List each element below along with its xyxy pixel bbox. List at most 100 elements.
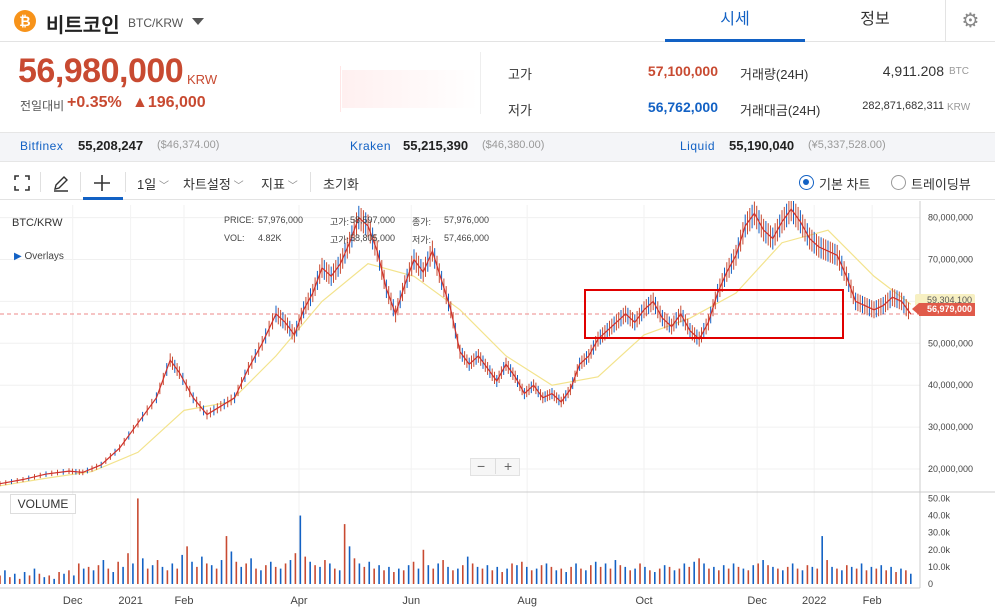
y-tick-label: 50,000,000 (928, 338, 973, 348)
chevron-down-icon: ﹀ (284, 181, 298, 192)
tradingview-label[interactable]: 트레이딩뷰 (911, 174, 971, 193)
chart-symbol: BTC/KRW (12, 217, 63, 229)
gear-icon[interactable]: ⚙ (945, 0, 995, 42)
volume-tick-label: 30.0k (928, 528, 951, 538)
amount-24h-value: 282,871,682,311 (862, 100, 944, 112)
volume-tick-label: 20.0k (928, 545, 951, 555)
coin-name[interactable]: 비트코인 (46, 9, 120, 38)
chevron-down-icon[interactable] (192, 18, 204, 25)
chart-settings-label: 차트설정 (183, 177, 231, 192)
indicator-select[interactable]: 지표 ﹀ (261, 174, 298, 193)
chart-axes: 80,000,00070,000,00060,000,00050,000,000… (0, 201, 995, 607)
legend-close-label: 종가: (412, 217, 432, 227)
exchange-price: 55,215,390 (403, 138, 469, 153)
low-value: 56,762,000 (647, 99, 718, 115)
volume-tick-label: 0 (928, 579, 933, 589)
divider (480, 52, 481, 114)
volume-24h-label: 거래량(24H) (740, 67, 809, 82)
chevron-down-icon: ﹀ (230, 181, 244, 192)
legend-low-label: 고가: (330, 235, 350, 245)
coin-pair: BTC/KRW (128, 16, 184, 30)
exchange-usd: ($46,380.00) (482, 139, 545, 151)
interval-label: 1일 (137, 177, 157, 192)
indicator-label: 지표 (261, 177, 285, 192)
volume-24h-unit: BTC (949, 66, 969, 77)
volume-24h-value: 4,911.208 (882, 63, 944, 79)
zoom-control: − + (470, 458, 520, 476)
tab-price[interactable]: 시세 (665, 0, 805, 42)
legend-price: 57,976,000 (258, 215, 304, 225)
y-tick-label: 20,000,000 (928, 464, 973, 474)
zoom-out-button[interactable]: − (477, 458, 485, 474)
x-tick-label: Feb (863, 595, 882, 607)
price-line (0, 208, 912, 485)
y-tick-label: 30,000,000 (928, 422, 973, 432)
x-tick-label: Dec (747, 595, 767, 607)
divider (80, 172, 81, 192)
mini-chart (342, 70, 478, 108)
high-label: 고가 (508, 67, 532, 82)
y-tick-label: 70,000,000 (928, 254, 973, 264)
legend-lowp: 57,466,000 (444, 233, 490, 243)
volume-bars (0, 498, 912, 584)
chart-settings-select[interactable]: 차트설정 ﹀ (183, 174, 244, 193)
high-value: 57,100,000 (647, 63, 718, 79)
overlays-toggle[interactable]: ▶ Overlays (14, 251, 64, 262)
change-amount: ▲196,000 (132, 94, 206, 111)
chevron-down-icon: ﹀ (156, 181, 169, 192)
pencil-icon[interactable] (52, 174, 70, 192)
basic-chart-radio[interactable] (799, 175, 814, 190)
exchange-jpy: (¥5,337,528.00) (808, 139, 886, 151)
x-tick-label: Feb (175, 595, 194, 607)
price-chart[interactable]: 80,000,00070,000,00060,000,00050,000,000… (0, 201, 995, 615)
volume-tick-label: 50.0k (928, 493, 951, 503)
change-percent: +0.35% (67, 94, 122, 111)
crosshair-icon[interactable] (93, 174, 111, 192)
reset-button[interactable]: 초기화 (323, 174, 359, 193)
x-tick-label: Jun (402, 595, 420, 607)
legend-low: 58,805,000 (350, 233, 396, 243)
amount-24h-unit: KRW (947, 102, 971, 113)
exchange-name[interactable]: Liquid (680, 139, 715, 153)
y-tick-label: 40,000,000 (928, 380, 973, 390)
divider (310, 172, 311, 192)
low-label: 저가 (508, 103, 532, 118)
overlays-label: Overlays (24, 251, 64, 262)
bitcoin-icon: ₿ (14, 10, 36, 32)
legend-vol: 4.82K (258, 233, 282, 243)
volume-button[interactable]: VOLUME (10, 494, 76, 514)
x-tick-label: 2021 (118, 595, 142, 607)
amount-24h-label: 거래대금(24H) (740, 103, 821, 118)
tab-info[interactable]: 정보 (805, 0, 945, 42)
legend-high-label: 고가: (330, 217, 350, 227)
x-tick-label: Aug (517, 595, 537, 607)
interval-select[interactable]: 1일 ﹀ (137, 174, 169, 193)
volume-tick-label: 40.0k (928, 511, 951, 521)
mini-chart-line (340, 66, 341, 112)
y-tick-label: 80,000,000 (928, 213, 973, 223)
legend-price-label: PRICE: (224, 215, 255, 225)
exchange-price: 55,208,247 (78, 138, 144, 153)
tag-arrow (912, 303, 919, 315)
zoom-in-button[interactable]: + (504, 458, 512, 474)
current-price: 56,980,000 (18, 52, 184, 90)
exchange-name[interactable]: Kraken (350, 139, 391, 153)
change-label: 전일대비 (20, 99, 65, 113)
volume-tick-label: 10.0k (928, 562, 951, 572)
divider (495, 458, 496, 474)
x-tick-label: Apr (290, 595, 307, 607)
divider (40, 172, 41, 192)
legend-close: 57,976,000 (444, 215, 490, 225)
tradingview-radio[interactable] (891, 175, 906, 190)
exchange-name[interactable]: Bitfinex (20, 139, 63, 153)
last-price-tag: 56,979,000 (919, 303, 975, 316)
legend-lowp-label: 저가: (412, 235, 432, 245)
divider (125, 172, 126, 192)
basic-chart-label[interactable]: 기본 차트 (819, 174, 870, 193)
moving-average-line (0, 229, 912, 487)
x-tick-label: Dec (63, 595, 83, 607)
x-tick-label: 2022 (802, 595, 826, 607)
fullscreen-icon[interactable] (14, 175, 30, 191)
exchange-price: 55,190,040 (729, 138, 795, 153)
legend-vol-label: VOL: (224, 233, 245, 243)
